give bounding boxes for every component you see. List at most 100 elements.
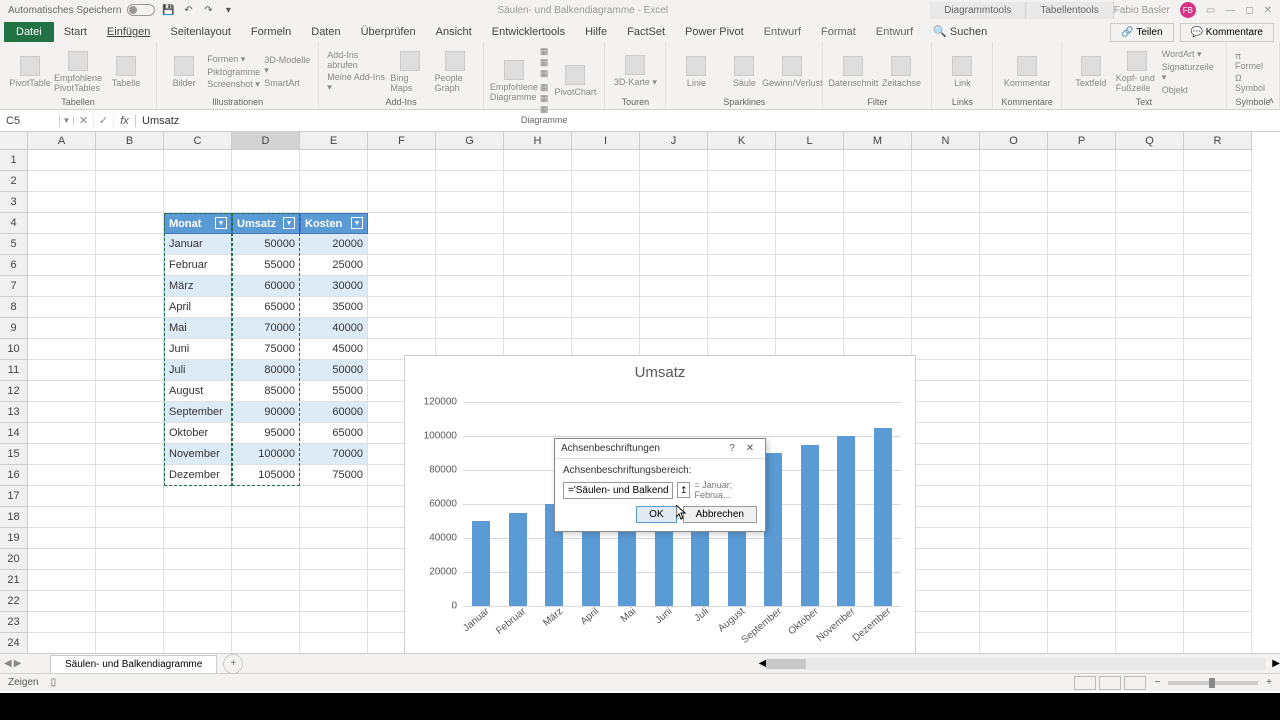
bing-maps-button[interactable]: Bing Maps (390, 51, 430, 93)
column-header[interactable]: A (28, 132, 96, 150)
cell[interactable] (96, 549, 164, 570)
cell[interactable] (28, 423, 96, 444)
cell[interactable] (164, 633, 232, 653)
cell[interactable] (96, 591, 164, 612)
save-icon[interactable]: 💾 (161, 3, 175, 17)
cell[interactable] (504, 213, 572, 234)
cell[interactable] (232, 150, 300, 171)
shapes-button[interactable]: Formen ▾ (207, 54, 260, 65)
cell[interactable] (96, 423, 164, 444)
autosave-toggle[interactable] (127, 4, 155, 16)
row-header[interactable]: 2 (0, 171, 28, 192)
table-cell[interactable]: 25000 (300, 255, 368, 276)
cell[interactable] (1116, 549, 1184, 570)
cell[interactable] (1048, 591, 1116, 612)
cell[interactable] (96, 276, 164, 297)
cell[interactable] (28, 318, 96, 339)
cell[interactable] (300, 591, 368, 612)
sparkline-line-button[interactable]: Linie (674, 56, 718, 88)
cell[interactable] (96, 444, 164, 465)
my-addins-button[interactable]: Meine Add-Ins ▾ (327, 72, 386, 93)
cell[interactable] (28, 402, 96, 423)
cell[interactable] (708, 192, 776, 213)
table-cell[interactable]: 85000 (232, 381, 300, 402)
axis-label-range-input[interactable] (563, 482, 673, 499)
cell[interactable] (232, 192, 300, 213)
cell[interactable] (1048, 255, 1116, 276)
cell[interactable] (912, 444, 980, 465)
cell[interactable] (912, 297, 980, 318)
column-header[interactable]: O (980, 132, 1048, 150)
cell[interactable] (164, 612, 232, 633)
cell[interactable] (28, 465, 96, 486)
cell[interactable] (232, 633, 300, 653)
cell[interactable] (776, 234, 844, 255)
file-tab[interactable]: Datei (4, 22, 54, 42)
cell[interactable] (28, 549, 96, 570)
cell[interactable] (504, 171, 572, 192)
table-cell[interactable]: 60000 (300, 402, 368, 423)
cancel-button[interactable]: Abbrechen (683, 506, 757, 523)
row-header[interactable]: 7 (0, 276, 28, 297)
cell[interactable] (164, 171, 232, 192)
cell[interactable] (912, 549, 980, 570)
collapse-ribbon-icon[interactable]: ˄ (1268, 96, 1274, 107)
cell[interactable] (1116, 591, 1184, 612)
cell[interactable] (504, 150, 572, 171)
cell[interactable] (96, 171, 164, 192)
cell[interactable] (1116, 150, 1184, 171)
cell[interactable] (980, 486, 1048, 507)
cell[interactable] (504, 318, 572, 339)
cell[interactable] (708, 297, 776, 318)
sheet-tab-active[interactable]: Säulen- und Balkendiagramme (50, 655, 217, 673)
cell[interactable] (980, 549, 1048, 570)
cell[interactable] (164, 570, 232, 591)
pivottable-button[interactable]: PivotTable (8, 56, 52, 88)
get-addins-button[interactable]: Add-Ins abrufen (327, 50, 386, 70)
cell[interactable] (1116, 507, 1184, 528)
3dmodels-button[interactable]: 3D-Modelle ▾ (264, 55, 310, 76)
icons-button[interactable]: Piktogramme (207, 67, 260, 77)
cell[interactable] (28, 633, 96, 653)
cell[interactable] (776, 213, 844, 234)
table-cell[interactable]: 20000 (300, 234, 368, 255)
cell[interactable] (980, 465, 1048, 486)
cell[interactable] (28, 381, 96, 402)
cell[interactable] (1184, 444, 1252, 465)
table-cell[interactable]: 100000 (232, 444, 300, 465)
cell[interactable] (232, 570, 300, 591)
table-cell[interactable]: 80000 (232, 360, 300, 381)
cell[interactable] (436, 234, 504, 255)
view-normal-icon[interactable] (1074, 676, 1096, 690)
cancel-formula-icon[interactable]: ✕ (74, 114, 94, 127)
table-cell[interactable]: 70000 (300, 444, 368, 465)
column-header[interactable]: P (1048, 132, 1116, 150)
recommended-charts-button[interactable]: Empfohlene Diagramme (492, 60, 536, 102)
cell[interactable] (1184, 339, 1252, 360)
cell[interactable] (96, 234, 164, 255)
cell[interactable] (980, 360, 1048, 381)
pictures-button[interactable]: Bilder (165, 56, 203, 88)
cell[interactable] (232, 528, 300, 549)
cell[interactable] (912, 570, 980, 591)
cell[interactable] (1116, 528, 1184, 549)
column-header[interactable]: J (640, 132, 708, 150)
cell[interactable] (96, 507, 164, 528)
cell[interactable] (96, 528, 164, 549)
cell[interactable] (28, 360, 96, 381)
cell[interactable] (708, 171, 776, 192)
cell[interactable] (164, 591, 232, 612)
cell[interactable] (300, 528, 368, 549)
cell[interactable] (368, 255, 436, 276)
cell[interactable] (96, 612, 164, 633)
cell[interactable] (1048, 360, 1116, 381)
cell[interactable] (912, 633, 980, 653)
cell[interactable] (164, 507, 232, 528)
view-pagelayout-icon[interactable] (1099, 676, 1121, 690)
cell[interactable] (1116, 171, 1184, 192)
cell[interactable] (980, 318, 1048, 339)
row-header[interactable]: 23 (0, 612, 28, 633)
table-cell[interactable]: 55000 (300, 381, 368, 402)
zoom-slider[interactable] (1168, 681, 1258, 685)
dialog-help-icon[interactable]: ? (723, 443, 741, 454)
